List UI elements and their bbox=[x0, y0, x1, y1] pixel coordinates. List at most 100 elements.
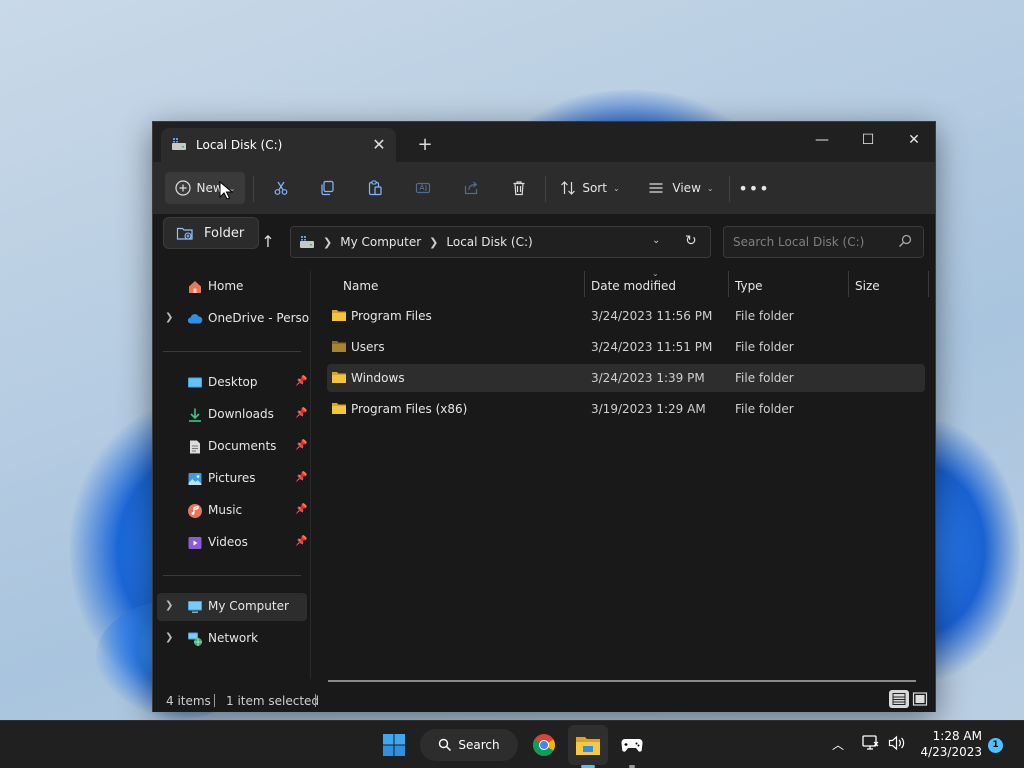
notification-badge[interactable]: 1 bbox=[988, 738, 1003, 753]
chevron-right-icon[interactable]: ❯ bbox=[165, 312, 173, 323]
copy-button[interactable] bbox=[311, 172, 343, 204]
download-icon bbox=[189, 408, 201, 422]
pin-icon: 📌 bbox=[295, 440, 308, 451]
tab-local-disk[interactable]: Local Disk (C:) ✕ bbox=[161, 128, 396, 162]
sidebar-item-music[interactable]: Music 📌 bbox=[157, 497, 307, 525]
column-divider[interactable] bbox=[728, 271, 729, 297]
folder-icon bbox=[332, 403, 346, 414]
taskbar-game-button[interactable] bbox=[612, 725, 652, 768]
file-name: Program Files bbox=[351, 309, 432, 323]
breadcrumb-local-disk[interactable]: Local Disk (C:) bbox=[446, 235, 532, 249]
folder-icon bbox=[332, 310, 346, 321]
search-placeholder: Search Local Disk (C:) bbox=[733, 235, 865, 249]
horizontal-scrollbar[interactable] bbox=[328, 680, 916, 682]
sidebar-item-pictures[interactable]: Pictures 📌 bbox=[157, 465, 307, 493]
close-button[interactable]: ✕ bbox=[891, 126, 937, 154]
volume-icon[interactable] bbox=[888, 735, 906, 751]
new-folder-label: Folder bbox=[204, 225, 245, 241]
table-row[interactable]: Windows 3/24/2023 1:39 PM File folder bbox=[327, 364, 925, 392]
sidebar-item-documents[interactable]: Documents 📌 bbox=[157, 433, 307, 461]
clock-time: 1:28 AM bbox=[932, 729, 982, 743]
item-count: 4 items bbox=[166, 694, 211, 708]
command-bar: New ⌄ Sort ⌄ View ⌄ ••• bbox=[153, 162, 935, 215]
new-tab-button[interactable]: + bbox=[413, 134, 437, 158]
sidebar-item-home[interactable]: Home bbox=[157, 273, 307, 301]
file-list: Name ⌄ Date modified Type Size Program F… bbox=[312, 269, 935, 682]
sort-button[interactable]: Sort ⌄ bbox=[555, 172, 625, 204]
cut-icon bbox=[274, 181, 288, 195]
share-button[interactable] bbox=[455, 172, 487, 204]
sidebar-item-label: OneDrive - Personal bbox=[208, 311, 310, 325]
table-row[interactable]: Program Files 3/24/2023 11:56 PM File fo… bbox=[327, 302, 925, 330]
paste-button[interactable] bbox=[359, 172, 391, 204]
more-icon: ••• bbox=[738, 178, 770, 198]
paste-icon bbox=[368, 180, 382, 196]
chevron-right-icon[interactable]: ❯ bbox=[165, 600, 173, 611]
column-divider[interactable] bbox=[848, 271, 849, 297]
new-folder-menu-item[interactable]: Folder bbox=[163, 217, 259, 249]
sidebar-item-videos[interactable]: Videos 📌 bbox=[157, 529, 307, 557]
address-bar[interactable]: ❯ My Computer ❯ Local Disk (C:) ⌄ ↻ bbox=[290, 226, 711, 258]
more-options-button[interactable]: ••• bbox=[738, 172, 770, 204]
file-type: File folder bbox=[735, 309, 794, 323]
minimize-button[interactable]: — bbox=[799, 126, 845, 154]
sidebar-item-onedrive[interactable]: ❯ OneDrive - Personal bbox=[157, 305, 310, 333]
tab-close-icon[interactable]: ✕ bbox=[369, 135, 389, 155]
table-row[interactable]: Users 3/24/2023 11:51 PM File folder bbox=[327, 333, 925, 361]
table-row[interactable] bbox=[327, 422, 925, 450]
sidebar-item-network[interactable]: ❯ Network bbox=[157, 625, 307, 653]
refresh-icon[interactable]: ↻ bbox=[685, 233, 697, 249]
tiles-view-button[interactable] bbox=[910, 690, 930, 708]
pin-icon: 📌 bbox=[295, 408, 308, 419]
file-name: Users bbox=[351, 340, 385, 354]
toolbar-divider bbox=[253, 176, 254, 202]
title-bar: Local Disk (C:) ✕ + — ☐ ✕ bbox=[153, 122, 935, 162]
maximize-button[interactable]: ☐ bbox=[845, 126, 891, 154]
windows-logo-icon bbox=[383, 734, 405, 756]
music-icon bbox=[188, 504, 202, 518]
view-button[interactable]: View ⌄ bbox=[643, 172, 719, 204]
breadcrumb-my-computer[interactable]: My Computer bbox=[340, 235, 421, 249]
sidebar-divider bbox=[163, 575, 301, 576]
cut-button[interactable] bbox=[265, 172, 297, 204]
details-view-icon bbox=[892, 693, 906, 705]
rename-button[interactable] bbox=[407, 172, 439, 204]
column-header-date[interactable]: Date modified bbox=[591, 279, 676, 303]
column-header-size[interactable]: Size bbox=[855, 279, 880, 303]
sidebar-item-desktop[interactable]: Desktop 📌 bbox=[157, 369, 307, 397]
network-status-icon[interactable] bbox=[862, 735, 880, 751]
document-icon bbox=[190, 440, 200, 454]
delete-icon bbox=[513, 181, 525, 196]
column-header-type[interactable]: Type bbox=[735, 279, 763, 303]
status-divider bbox=[214, 694, 215, 707]
search-box[interactable]: Search Local Disk (C:) bbox=[723, 226, 924, 258]
delete-button[interactable] bbox=[503, 172, 535, 204]
sort-button-label: Sort bbox=[582, 181, 607, 195]
sidebar-item-my-computer[interactable]: ❯ My Computer bbox=[157, 593, 307, 621]
address-history-dropdown[interactable]: ⌄ bbox=[652, 235, 660, 246]
arrow-up-icon: ↑ bbox=[261, 232, 275, 251]
details-view-button[interactable] bbox=[889, 690, 909, 708]
chevron-right-icon[interactable]: ❯ bbox=[165, 632, 173, 643]
file-date: 3/24/2023 11:51 PM bbox=[591, 340, 713, 354]
gamepad-icon bbox=[621, 739, 643, 752]
sidebar-item-label: My Computer bbox=[208, 599, 289, 613]
column-divider[interactable] bbox=[584, 271, 585, 297]
sidebar-item-label: Downloads bbox=[208, 407, 274, 421]
taskbar-file-explorer-button[interactable] bbox=[568, 725, 608, 768]
new-button[interactable]: New ⌄ bbox=[165, 172, 245, 204]
selection-count: 1 item selected bbox=[226, 694, 320, 708]
system-clock[interactable]: 1:28 AM 4/23/2023 bbox=[914, 728, 982, 760]
tray-overflow-chevron-icon[interactable]: ︿ bbox=[832, 736, 844, 753]
table-row[interactable]: Program Files (x86) 3/19/2023 1:29 AM Fi… bbox=[327, 395, 925, 423]
up-button[interactable]: ↑ bbox=[257, 231, 279, 253]
column-divider[interactable] bbox=[928, 271, 929, 297]
start-button[interactable] bbox=[374, 725, 414, 765]
search-icon bbox=[899, 234, 912, 247]
column-header-name[interactable]: Name bbox=[343, 279, 378, 303]
sidebar-item-downloads[interactable]: Downloads 📌 bbox=[157, 401, 307, 429]
sidebar-item-label: Home bbox=[208, 279, 244, 293]
tab-title: Local Disk (C:) bbox=[196, 138, 283, 152]
taskbar-search-button[interactable]: Search bbox=[420, 729, 518, 761]
taskbar-chrome-button[interactable] bbox=[524, 725, 564, 765]
